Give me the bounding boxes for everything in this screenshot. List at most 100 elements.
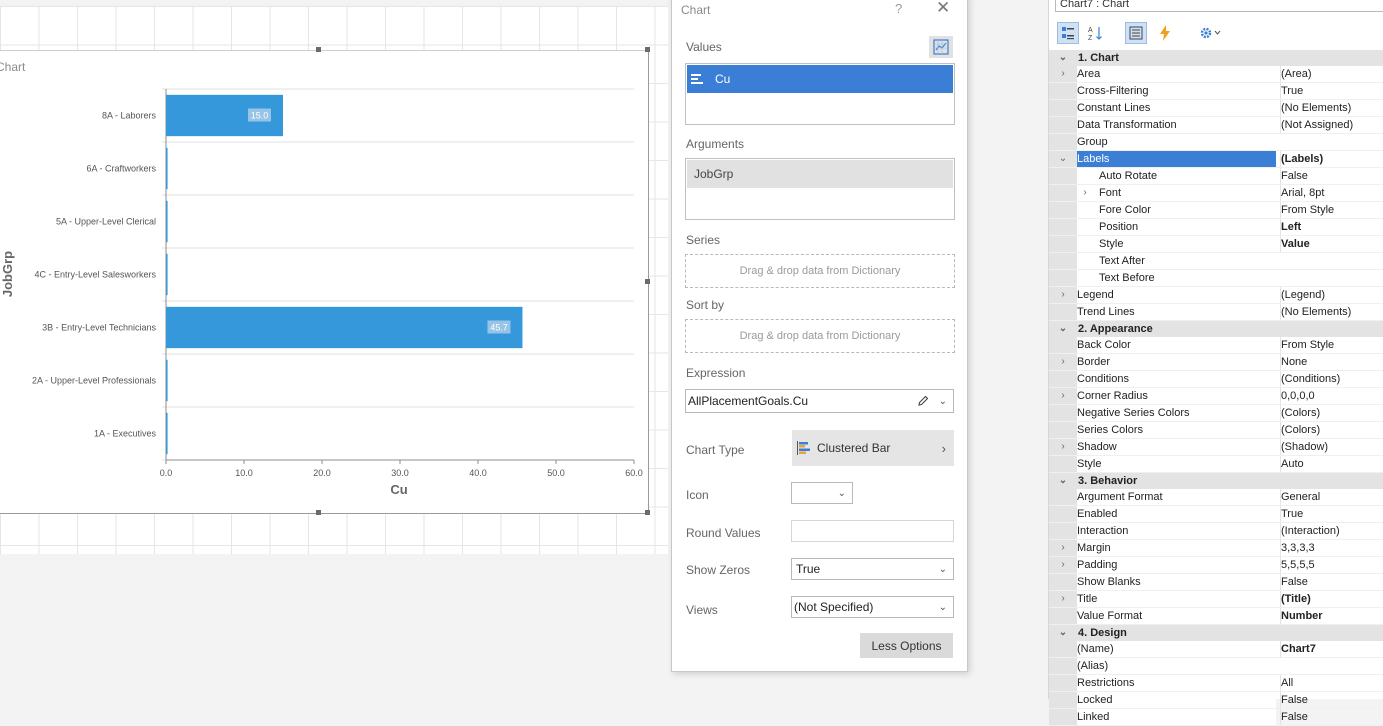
property-value[interactable]: Auto [1280,456,1383,472]
property-value[interactable]: (No Elements) [1280,100,1383,116]
values-item-cu[interactable]: Cu [687,65,953,93]
property-value[interactable]: 0,0,0,0 [1280,388,1383,404]
arguments-item-jobgrp[interactable]: JobGrp [687,160,953,188]
property-row[interactable]: Conditions (Conditions) [1049,371,1383,388]
property-row[interactable]: Data Transformation (Not Assigned) [1049,117,1383,134]
roundvalues-input[interactable] [791,520,954,542]
property-row[interactable]: › Border None [1049,354,1383,371]
resize-handle-bottom[interactable] [316,510,321,515]
property-value[interactable]: General [1280,489,1383,505]
property-value[interactable]: False [1280,168,1383,184]
component-selector[interactable]: Chart7 : Chart [1055,0,1383,12]
property-row[interactable]: Negative Series Colors (Colors) [1049,405,1383,422]
property-value[interactable]: True [1280,83,1383,99]
properties-tab-button[interactable] [1125,22,1147,44]
property-row[interactable]: Enabled True [1049,506,1383,523]
property-row[interactable]: Text Before [1049,270,1383,287]
property-row[interactable]: Interaction (Interaction) [1049,523,1383,540]
property-value[interactable]: (Shadow) [1280,439,1383,455]
expand-chevron-icon[interactable]: › [1056,439,1070,455]
property-value[interactable]: (Colors) [1280,405,1383,421]
values-box[interactable]: Cu [685,63,955,125]
property-row[interactable]: › Legend (Legend) [1049,287,1383,304]
property-value[interactable]: (Not Assigned) [1280,117,1383,133]
property-row[interactable]: Position Left [1049,219,1383,236]
property-row[interactable]: Style Auto [1049,456,1383,473]
chart-component[interactable]: Chart 15.0 45.7 8A - Laborers 6A - Craftwo… [0,50,649,514]
property-value[interactable]: None [1280,354,1383,370]
property-value[interactable]: (Area) [1280,66,1383,82]
collapse-chevron-icon[interactable]: ⌄ [1056,473,1070,489]
property-value[interactable]: (Title) [1280,591,1383,607]
report-canvas[interactable]: Chart 15.0 45.7 8A - Laborers 6A - Craftwo… [0,0,668,699]
property-value[interactable]: False [1280,692,1383,708]
property-value[interactable]: From Style [1280,337,1383,353]
property-category[interactable]: ⌄ 4. Design [1049,625,1383,641]
property-row[interactable]: › Padding 5,5,5,5 [1049,557,1383,574]
close-icon[interactable]: ✕ [936,0,950,18]
property-value[interactable]: True [1280,506,1383,522]
pencil-icon[interactable] [917,395,929,407]
property-row[interactable]: Locked False [1049,692,1383,709]
property-row[interactable]: Restrictions All [1049,675,1383,692]
property-value[interactable]: (Colors) [1280,422,1383,438]
expand-chevron-icon[interactable]: › [1056,354,1070,370]
property-row[interactable]: Trend Lines (No Elements) [1049,304,1383,321]
showzeros-select[interactable]: True ⌄ [791,558,954,580]
settings-button[interactable] [1195,22,1225,44]
property-category[interactable]: ⌄ 1. Chart [1049,50,1383,66]
collapse-chevron-icon[interactable]: ⌄ [1056,321,1070,337]
property-row[interactable]: (Alias) [1049,658,1383,675]
property-value[interactable]: Left [1280,219,1383,235]
property-value[interactable]: 3,3,3,3 [1280,540,1383,556]
chevron-down-icon[interactable]: ⌄ [939,396,947,407]
property-value[interactable]: (Conditions) [1280,371,1383,387]
expand-chevron-icon[interactable]: › [1056,287,1070,303]
sortby-drop-zone[interactable]: Drag & drop data from Dictionary [685,319,955,353]
property-value[interactable]: Value [1280,236,1383,252]
property-row[interactable]: Text After [1049,253,1383,270]
property-row[interactable]: Show Blanks False [1049,574,1383,591]
property-row[interactable]: Fore Color From Style [1049,202,1383,219]
events-tab-button[interactable] [1154,22,1176,44]
resize-handle-top[interactable] [316,47,321,52]
property-row[interactable]: Group [1049,134,1383,151]
property-value[interactable]: (Labels) [1280,151,1383,167]
expand-chevron-icon[interactable]: › [1056,388,1070,404]
property-value[interactable]: Chart7 [1280,641,1383,657]
resize-handle-top-right[interactable] [645,47,650,52]
expand-chevron-icon[interactable]: › [1056,66,1070,82]
property-row[interactable]: Value Format Number [1049,608,1383,625]
property-row[interactable]: Back Color From Style [1049,337,1383,354]
collapse-chevron-icon[interactable]: ⌄ [1056,50,1070,66]
property-row[interactable]: › Margin 3,3,3,3 [1049,540,1383,557]
property-row[interactable]: Style Value [1049,236,1383,253]
property-row[interactable]: (Name) Chart7 [1049,641,1383,658]
alphabetical-button[interactable]: AZ [1084,22,1106,44]
views-select[interactable]: (Not Specified) ⌄ [791,596,954,618]
property-value[interactable]: False [1280,574,1383,590]
property-value[interactable]: (Legend) [1280,287,1383,303]
property-row[interactable]: › Shadow (Shadow) [1049,439,1383,456]
categorized-button[interactable] [1057,22,1079,44]
expression-input[interactable]: AllPlacementGoals.Cu ⌄ [685,389,954,413]
property-row[interactable]: Cross-Filtering True [1049,83,1383,100]
expand-chevron-icon[interactable]: › [1056,540,1070,556]
collapse-chevron-icon[interactable]: ⌄ [1056,151,1070,167]
property-row[interactable]: › Title (Title) [1049,591,1383,608]
property-value[interactable]: Arial, 8pt [1280,185,1383,201]
property-category[interactable]: ⌄ 3. Behavior [1049,473,1383,489]
charttype-button[interactable]: Clustered Bar › [792,430,954,466]
arguments-box[interactable]: JobGrp [685,158,955,220]
expand-chevron-icon[interactable]: › [1078,185,1092,201]
resize-handle-bottom-right[interactable] [645,510,650,515]
property-value[interactable]: Number [1280,608,1383,624]
resize-handle-right[interactable] [645,279,650,284]
series-drop-zone[interactable]: Drag & drop data from Dictionary [685,254,955,288]
property-category[interactable]: ⌄ 2. Appearance [1049,321,1383,337]
property-row[interactable]: Series Colors (Colors) [1049,422,1383,439]
property-value[interactable]: (Interaction) [1280,523,1383,539]
expand-chevron-icon[interactable]: › [1056,591,1070,607]
property-row[interactable]: › Font Arial, 8pt [1049,185,1383,202]
less-options-button[interactable]: Less Options [860,633,953,658]
